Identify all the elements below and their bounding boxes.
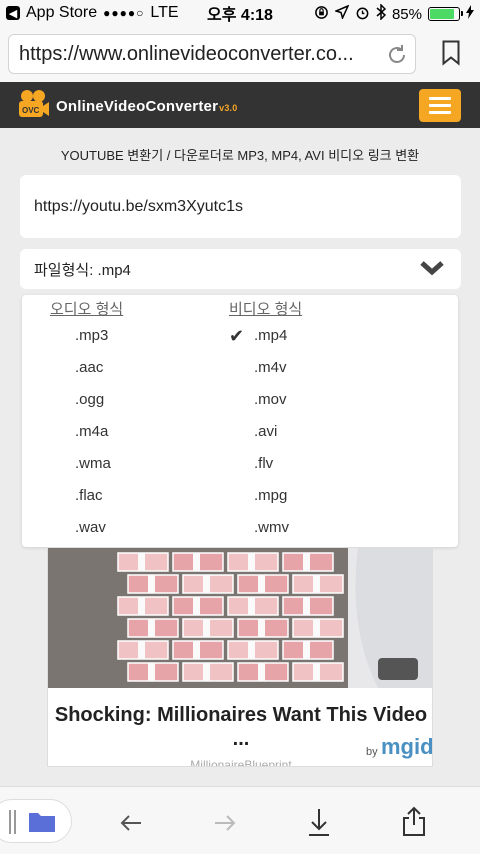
ad-source: MillionaireBlueprint [190, 758, 292, 767]
checkmark-icon: ✔ [229, 326, 245, 346]
logo-camera-icon[interactable]: OVC [18, 89, 50, 119]
format-option-wmv[interactable]: .wmv [254, 519, 289, 536]
ad-card[interactable]: Shocking: Millionaires Want This Video .… [47, 547, 433, 767]
audio-format-column: 오디오 형식 [50, 295, 123, 325]
browser-toolbar [0, 786, 480, 854]
chevron-down-icon[interactable] [419, 259, 445, 277]
site-logo[interactable]: OnlineVideoConverterv3.0 [56, 98, 237, 115]
format-option-mp4[interactable]: .mp4 [254, 327, 287, 344]
forward-arrow-icon[interactable] [211, 809, 239, 837]
format-option-aac[interactable]: .aac [75, 359, 103, 376]
page-tagline: YOUTUBE 변환기 / 다운로더로 MP3, MP4, AVI 비디오 링크… [60, 148, 420, 163]
battery-icon [428, 7, 463, 21]
format-option-mpg[interactable]: .mpg [254, 487, 287, 504]
video-url-input[interactable]: https://youtu.be/sxm3Xyutc1s [20, 175, 461, 238]
address-bar-url[interactable]: https://www.onlinevideoconverter.co... [19, 43, 379, 66]
format-option-wma[interactable]: .wma [75, 455, 111, 472]
ad-network-logo[interactable]: mgid [381, 734, 432, 760]
format-option-wav[interactable]: .wav [75, 519, 106, 536]
hamburger-menu-button[interactable] [419, 89, 461, 122]
video-format-heading: 비디오 형식 [229, 301, 303, 318]
rotation-lock-icon [314, 5, 329, 24]
format-option-m4v[interactable]: .m4v [254, 359, 287, 376]
format-option-m4a[interactable]: .m4a [75, 423, 108, 440]
status-bar: ◀ App Store ●●●●○ LTE 오후 4:18 85% [0, 0, 480, 26]
logo-version: v3.0 [219, 103, 238, 113]
file-format-select[interactable]: 파일형식: .mp4 [20, 249, 461, 289]
format-option-ogg[interactable]: .ogg [75, 391, 104, 408]
address-bar[interactable]: https://www.onlinevideoconverter.co... [8, 34, 416, 74]
format-option-mp3[interactable]: .mp3 [75, 327, 108, 344]
location-icon [333, 4, 350, 23]
charging-icon [466, 5, 474, 23]
browser-address-area: https://www.onlinevideoconverter.co... [0, 26, 480, 82]
alarm-icon [355, 5, 370, 24]
share-icon[interactable] [400, 805, 428, 836]
tabs-folder-button[interactable] [0, 799, 72, 843]
bluetooth-icon [376, 3, 387, 24]
format-dropdown: 오디오 형식 비디오 형식 .mp3 .aac .ogg .m4a .wma .flac.… [22, 295, 458, 547]
ad-by-label: by [366, 746, 378, 758]
format-option-flv[interactable]: .flv [254, 455, 273, 472]
video-format-column: 비디오 형식 [229, 295, 302, 325]
format-option-avi[interactable]: .avi [254, 423, 277, 440]
download-icon[interactable] [305, 807, 333, 836]
ad-image[interactable] [48, 548, 432, 688]
reload-icon[interactable] [385, 43, 407, 65]
site-header: OVC OnlineVideoConverterv3.0 [0, 82, 480, 128]
battery-percent: 85% [391, 5, 422, 23]
logo-badge: OVC [22, 106, 40, 115]
back-arrow-icon[interactable] [117, 809, 145, 837]
ad-title[interactable]: Shocking: Millionaires Want This Video .… [48, 703, 432, 751]
bookmark-icon[interactable] [442, 40, 460, 66]
audio-format-heading: 오디오 형식 [50, 301, 124, 318]
file-format-label: 파일형식: .mp4 [34, 261, 131, 279]
format-option-mov[interactable]: .mov [254, 391, 287, 408]
format-option-flac[interactable]: .flac [75, 487, 103, 504]
